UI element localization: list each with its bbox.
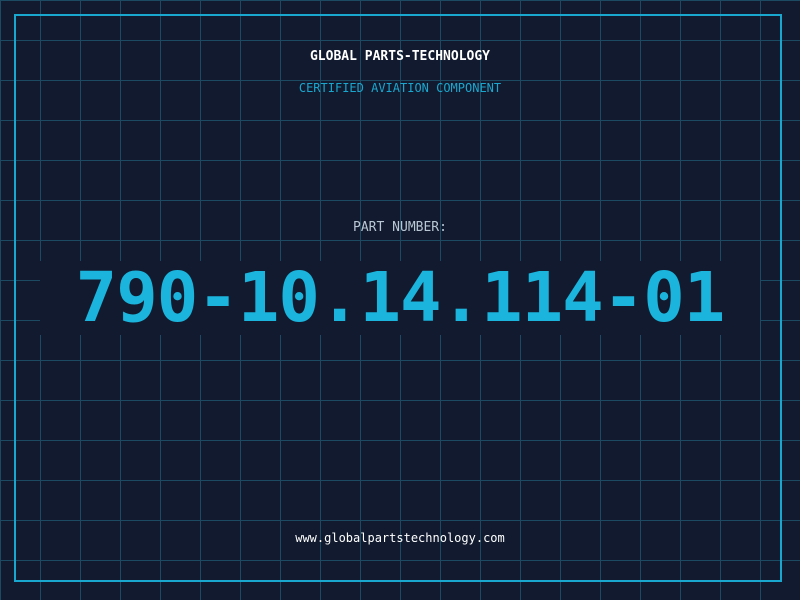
label-canvas: GLOBAL PARTS-TECHNOLOGY CERTIFIED AVIATI… (0, 0, 800, 600)
company-name: GLOBAL PARTS-TECHNOLOGY (309, 49, 490, 64)
part-number-label: PART NUMBER: (353, 220, 447, 235)
certification-subtitle: CERTIFIED AVIATION COMPONENT (298, 81, 502, 95)
part-number-value: 790-10.14.114-01 (75, 258, 726, 338)
website-url: www.globalpartstechnology.com (295, 531, 505, 545)
